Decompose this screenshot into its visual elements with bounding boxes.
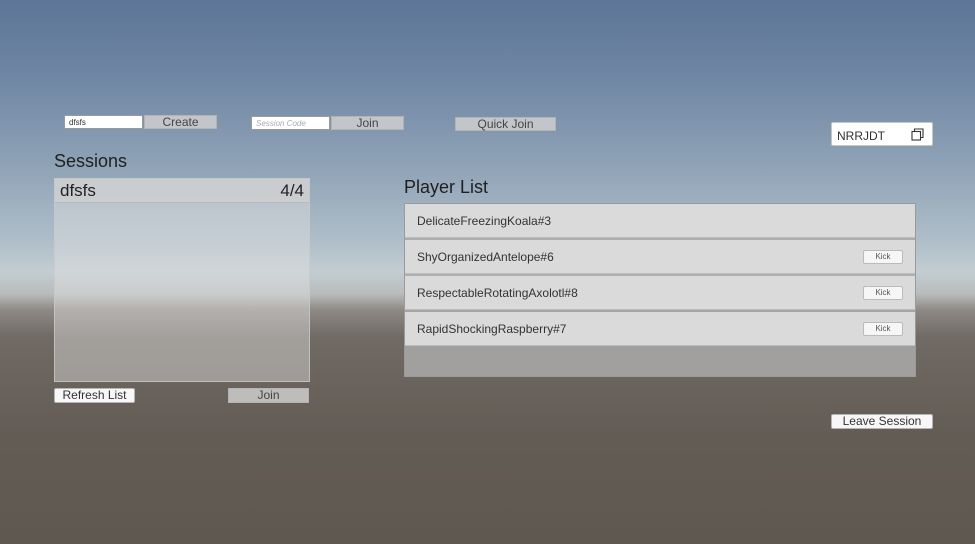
kick-button[interactable]: Kick — [863, 322, 903, 336]
player-row: DelicateFreezingKoala#3 — [405, 204, 915, 238]
player-name: ShyOrganizedAntelope#6 — [417, 250, 554, 264]
sessions-list[interactable]: dfsfs 4/4 — [54, 178, 310, 382]
session-code-placeholder: Session Code — [256, 119, 306, 128]
player-list-title: Player List — [404, 177, 489, 197]
session-code-display: NRRJDT — [831, 122, 933, 146]
player-row: ShyOrganizedAntelope#6 Kick — [405, 240, 915, 274]
player-list: DelicateFreezingKoala#3 ShyOrganizedAnte… — [404, 203, 916, 377]
kick-button[interactable]: Kick — [863, 286, 903, 300]
session-item-name: dfsfs — [60, 181, 96, 200]
quick-join-button[interactable]: Quick Join — [455, 117, 556, 131]
session-item-count: 4/4 — [280, 181, 304, 200]
player-row: RespectableRotatingAxolotl#8 Kick — [405, 276, 915, 310]
refresh-list-button[interactable]: Refresh List — [54, 388, 135, 403]
create-button[interactable]: Create — [144, 115, 217, 129]
session-name-value: dfsfs — [69, 118, 86, 127]
copy-icon[interactable] — [911, 128, 924, 141]
player-row: RapidShockingRaspberry#7 Kick — [405, 312, 915, 346]
sessions-title: Sessions — [54, 151, 128, 171]
join-session-button[interactable]: Join — [228, 388, 309, 403]
player-name: RespectableRotatingAxolotl#8 — [417, 286, 578, 300]
join-code-button[interactable]: Join — [331, 116, 404, 130]
player-name: DelicateFreezingKoala#3 — [417, 214, 552, 228]
session-code-input[interactable]: Session Code — [251, 116, 330, 130]
session-name-input[interactable]: dfsfs — [64, 115, 143, 129]
session-list-item[interactable]: dfsfs 4/4 — [55, 179, 309, 203]
kick-button[interactable]: Kick — [863, 250, 903, 264]
session-code-text: NRRJDT — [837, 129, 885, 143]
leave-session-button[interactable]: Leave Session — [831, 414, 933, 429]
player-name: RapidShockingRaspberry#7 — [417, 322, 567, 336]
